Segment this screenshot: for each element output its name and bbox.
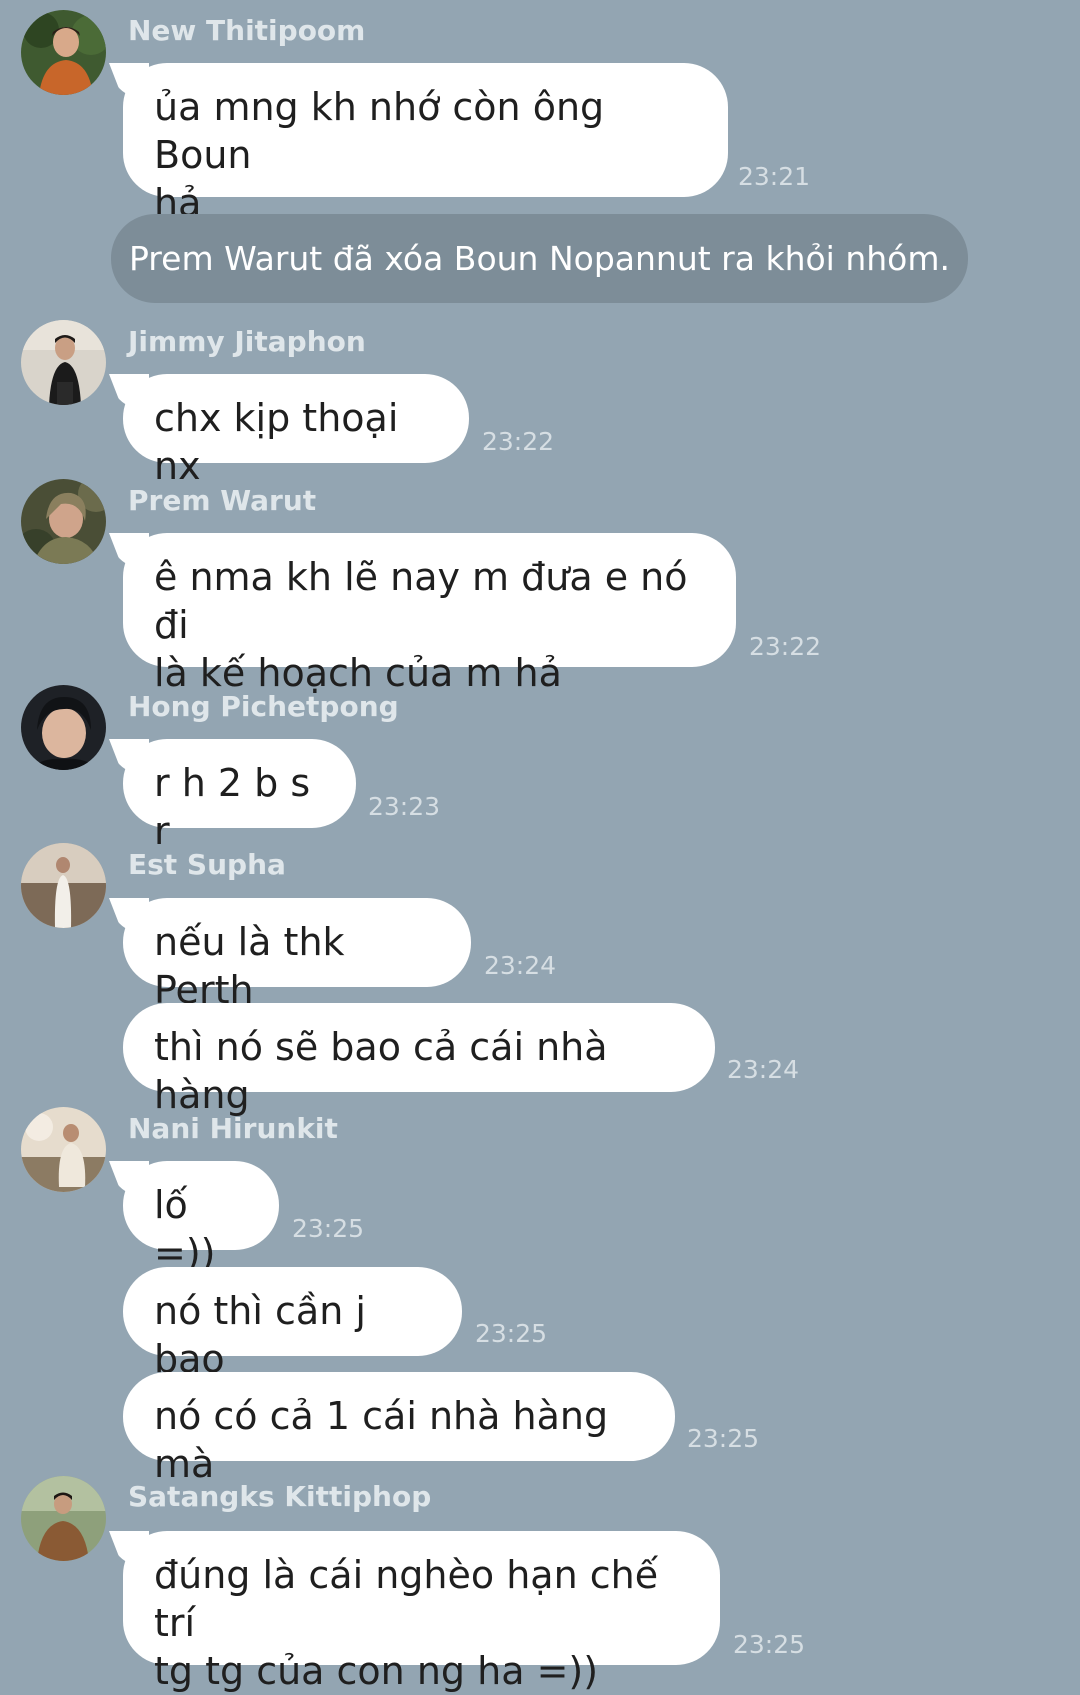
message-bubble[interactable]: ủa mng kh nhớ còn ông Boun hả <box>123 63 728 225</box>
message-bubble[interactable]: thì nó sẽ bao cả cái nhà hàng <box>123 1003 715 1117</box>
message-timestamp: 23:25 <box>475 1319 548 1348</box>
sender-name: Hong Pichetpong <box>128 690 399 723</box>
chat-thread: New Thitipoom ủa mng kh nhớ còn ông Boun… <box>0 0 1080 1693</box>
user-avatar-icon <box>21 10 106 95</box>
message-timestamp: 23:25 <box>292 1214 365 1243</box>
message-timestamp: 23:23 <box>368 792 441 821</box>
message-timestamp: 23:22 <box>482 427 555 456</box>
message-timestamp: 23:24 <box>484 951 557 980</box>
message-bubble[interactable]: nó thì cần j bao <box>123 1267 462 1381</box>
user-avatar-icon <box>21 479 106 564</box>
avatar-new-thitipoom[interactable] <box>21 10 106 95</box>
message-bubble[interactable]: lố =)) <box>123 1161 279 1275</box>
sender-name: Prem Warut <box>128 484 317 517</box>
avatar-nani-hirunkit[interactable] <box>21 1107 106 1192</box>
message-timestamp: 23:25 <box>687 1424 760 1453</box>
user-avatar-icon <box>21 843 106 928</box>
system-message: Prem Warut đã xóa Boun Nopannut ra khỏi … <box>111 214 968 303</box>
message-timestamp: 23:22 <box>749 632 822 661</box>
message-bubble[interactable]: nó có cả 1 cái nhà hàng mà <box>123 1372 675 1486</box>
sender-name: Jimmy Jitaphon <box>128 325 366 358</box>
avatar-hong-pichetpong[interactable] <box>21 685 106 770</box>
sender-name: New Thitipoom <box>128 14 366 47</box>
message-timestamp: 23:24 <box>727 1055 800 1084</box>
avatar-est-supha[interactable] <box>21 843 106 928</box>
user-avatar-icon <box>21 1476 106 1561</box>
avatar-jimmy-jitaphon[interactable] <box>21 320 106 405</box>
sender-name: Est Supha <box>128 848 286 881</box>
avatar-prem-warut[interactable] <box>21 479 106 564</box>
message-timestamp: 23:25 <box>733 1630 806 1659</box>
message-bubble[interactable]: r h 2 b s r <box>123 739 356 853</box>
message-bubble[interactable]: đúng là cái nghèo hạn chế trí tg tg của … <box>123 1531 720 1693</box>
sender-name: Satangks Kittiphop <box>128 1480 432 1513</box>
sender-name: Nani Hirunkit <box>128 1112 338 1145</box>
message-timestamp: 23:21 <box>738 162 811 191</box>
user-avatar-icon <box>21 1107 106 1192</box>
message-bubble[interactable]: ê nma kh lẽ nay m đưa e nó đi là kế hoạc… <box>123 533 736 695</box>
user-avatar-icon <box>21 685 106 770</box>
message-bubble[interactable]: nếu là thk Perth <box>123 898 471 1012</box>
message-bubble[interactable]: chx kịp thoại nx <box>123 374 469 488</box>
user-avatar-icon <box>21 320 106 405</box>
avatar-satangks-kittiphop[interactable] <box>21 1476 106 1561</box>
